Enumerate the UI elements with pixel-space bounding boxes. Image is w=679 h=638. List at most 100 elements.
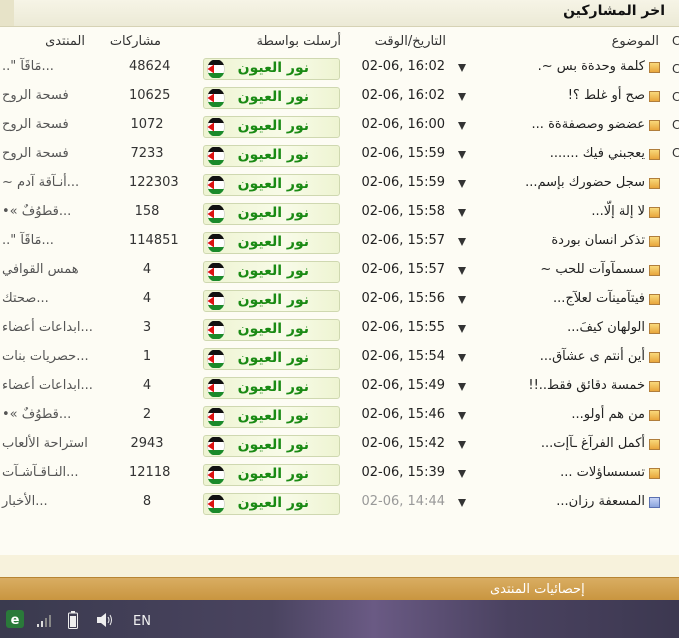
- post-date: 02-06, 15:54: [361, 349, 445, 364]
- forum-link[interactable]: فسحة الروح: [2, 146, 69, 161]
- table-row: سجل حضورك بإسم... 02-06, 15:59 نور العيو…: [0, 171, 679, 200]
- topic-link[interactable]: تذكر انسان بوردة: [551, 233, 645, 248]
- forum-folder-icon: [649, 294, 660, 305]
- palestine-flag-icon: [207, 147, 225, 165]
- sender-name: نور العيون: [237, 60, 309, 76]
- topic-link[interactable]: خمسة دقائق فقط..!!: [528, 378, 645, 393]
- forum-folder-icon: [649, 91, 660, 102]
- topic-link[interactable]: أكمل الفرآغ ـآإت...: [541, 436, 645, 451]
- forum-link[interactable]: •« قطوُفٌ...: [2, 204, 71, 219]
- topic-link[interactable]: من هم أولو...: [571, 407, 645, 422]
- forum-folder-icon: [649, 120, 660, 131]
- signal-icon[interactable]: [36, 613, 52, 632]
- forum-link[interactable]: همس القوافي: [2, 262, 79, 277]
- sender-badge[interactable]: نور العيون: [203, 435, 340, 457]
- sender-badge[interactable]: نور العيون: [203, 290, 340, 312]
- topic-link[interactable]: يعجبني فيك .......: [550, 146, 645, 161]
- forum-link[interactable]: .." مَاقَآ...: [2, 59, 54, 74]
- go-to-post-icon[interactable]: [458, 267, 466, 275]
- topic-link[interactable]: سجل حضورك بإسم...: [525, 175, 645, 190]
- forum-link[interactable]: استراحة الألعاب: [2, 436, 88, 451]
- sender-badge[interactable]: نور العيون: [203, 348, 340, 370]
- volume-icon[interactable]: [96, 612, 114, 632]
- table-row: المسعفة رزان... 02-06, 14:44 نور العيون …: [0, 490, 679, 519]
- sender-badge[interactable]: نور العيون: [203, 87, 340, 109]
- table-row: تذكر انسان بوردة 02-06, 15:57 نور العيون…: [0, 229, 679, 258]
- post-count: 1: [142, 349, 152, 364]
- sender-name: نور العيون: [237, 89, 309, 105]
- forum-link[interactable]: •« قطوُفٌ...: [2, 407, 71, 422]
- column-forum: المنتدى: [45, 34, 85, 49]
- sender-badge[interactable]: نور العيون: [203, 116, 340, 138]
- forum-link[interactable]: ابداعات أعضاء...: [2, 378, 93, 393]
- sender-badge[interactable]: نور العيون: [203, 319, 340, 341]
- sender-badge[interactable]: نور العيون: [203, 464, 340, 486]
- forum-folder-icon: [649, 497, 660, 508]
- sender-badge[interactable]: نور العيون: [203, 145, 340, 167]
- forum-link[interactable]: صحتك...: [2, 291, 49, 306]
- topic-link[interactable]: صح أو غلط ؟!: [568, 88, 645, 103]
- go-to-post-icon[interactable]: [458, 122, 466, 130]
- table-row: من هم أولو... 02-06, 15:46 نور العيون 2 …: [0, 403, 679, 432]
- go-to-post-icon[interactable]: [458, 441, 466, 449]
- go-to-post-icon[interactable]: [458, 325, 466, 333]
- forum-link[interactable]: حصريات بنات...: [2, 349, 89, 364]
- topic-link[interactable]: المسعفة رزان...: [556, 494, 645, 509]
- table-row: فيتآمينآت لعلآج... 02-06, 15:56 نور العي…: [0, 287, 679, 316]
- go-to-post-icon[interactable]: [458, 238, 466, 246]
- sender-badge[interactable]: نور العيون: [203, 493, 340, 515]
- table-row: لا إلة إلّا... 02-06, 15:58 نور العيون 1…: [0, 200, 679, 229]
- sender-badge[interactable]: نور العيون: [203, 261, 340, 283]
- forum-link[interactable]: .." مَاقَآ...: [2, 233, 54, 248]
- forum-link[interactable]: فسحة الروح: [2, 88, 69, 103]
- sender-name: نور العيون: [237, 147, 309, 163]
- post-count: 4: [142, 262, 152, 277]
- sender-badge[interactable]: نور العيون: [203, 377, 340, 399]
- language-indicator[interactable]: EN: [133, 614, 151, 629]
- forum-stats-bar[interactable]: إحصائيات المنتدى: [0, 577, 679, 601]
- go-to-post-icon[interactable]: [458, 499, 466, 507]
- table-row: أكمل الفرآغ ـآإت... 02-06, 15:42 نور الع…: [0, 432, 679, 461]
- forum-link[interactable]: فسحة الروح: [2, 117, 69, 132]
- topic-link[interactable]: لا إلة إلّا...: [591, 204, 645, 219]
- go-to-post-icon[interactable]: [458, 93, 466, 101]
- go-to-post-icon[interactable]: [458, 151, 466, 159]
- go-to-post-icon[interactable]: [458, 64, 466, 72]
- palestine-flag-icon: [207, 205, 225, 223]
- topic-link[interactable]: كلمة وحدةة بس ~.: [538, 59, 645, 74]
- palestine-flag-icon: [207, 437, 225, 455]
- go-to-post-icon[interactable]: [458, 383, 466, 391]
- battery-icon[interactable]: [68, 611, 78, 633]
- sender-badge[interactable]: نور العيون: [203, 406, 340, 428]
- edge-browser-icon[interactable]: e: [6, 610, 24, 632]
- post-date: 02-06, 14:44: [361, 494, 445, 509]
- forum-link[interactable]: الأخبار...: [2, 494, 48, 509]
- topic-link[interactable]: فيتآمينآت لعلآج...: [553, 291, 645, 306]
- sender-badge[interactable]: نور العيون: [203, 203, 340, 225]
- topic-link[interactable]: سسمآوآت للحب ~: [540, 262, 645, 277]
- post-count: 158: [134, 204, 160, 219]
- table-row: تسسساؤلات ... 02-06, 15:39 نور العيون 12…: [0, 461, 679, 490]
- forum-link[interactable]: النـاقـآشـآت...: [2, 465, 79, 480]
- sender-name: نور العيون: [237, 263, 309, 279]
- go-to-post-icon[interactable]: [458, 412, 466, 420]
- sender-badge[interactable]: نور العيون: [203, 232, 340, 254]
- go-to-post-icon[interactable]: [458, 354, 466, 362]
- go-to-post-icon[interactable]: [458, 180, 466, 188]
- forum-link[interactable]: ابداعات أعضاء...: [2, 320, 93, 335]
- go-to-post-icon[interactable]: [458, 209, 466, 217]
- topic-link[interactable]: عضضو وصصفةةة ...: [532, 117, 645, 132]
- topic-link[interactable]: تسسساؤلات ...: [560, 465, 645, 480]
- go-to-post-icon[interactable]: [458, 296, 466, 304]
- column-sender: أرسلت بواسطة: [256, 34, 341, 49]
- go-to-post-icon[interactable]: [458, 470, 466, 478]
- column-date: التاريخ/الوقت: [374, 34, 446, 49]
- sender-badge[interactable]: نور العيون: [203, 58, 340, 80]
- forum-link[interactable]: ~ أنـآقة آدم...: [2, 175, 79, 190]
- table-row: عضضو وصصفةةة ... 02-06, 16:00 نور العيون…: [0, 113, 679, 142]
- post-count: 114851: [129, 233, 179, 248]
- topic-link[interactable]: الولهان كيفَ...: [567, 320, 645, 335]
- topic-link[interactable]: أين أنتم ى عشآق...: [540, 349, 645, 364]
- sender-badge[interactable]: نور العيون: [203, 174, 340, 196]
- forum-folder-icon: [649, 323, 660, 334]
